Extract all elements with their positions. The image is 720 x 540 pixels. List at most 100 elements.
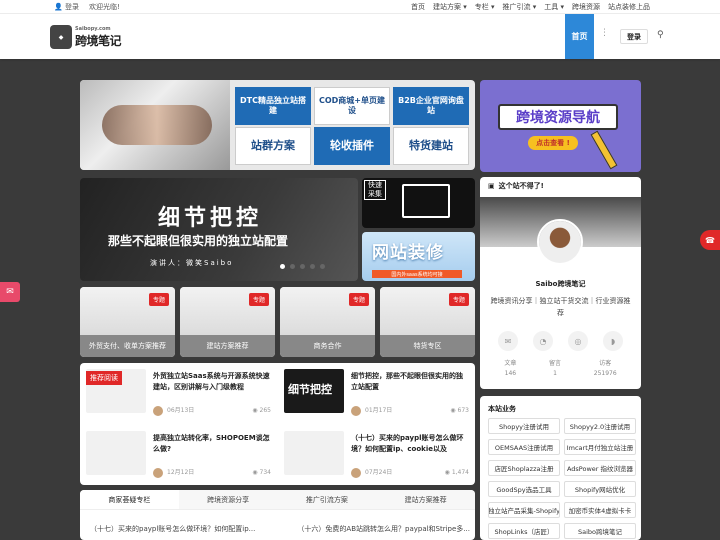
slider-dot[interactable] <box>310 264 315 269</box>
decoration-banner[interactable]: 网站装修 国内外saas系统均可接 <box>362 232 475 281</box>
post-item[interactable]: 提高独立站转化率，SHOPOEM谈怎么做? 12月12日 ◉ 734 <box>80 425 275 485</box>
business-item[interactable]: GoodSpy选品工具 <box>488 481 560 497</box>
post-meta: 07月24日 ◉ 1,474 <box>351 467 469 478</box>
tab-items: （十七）买来的paypl账号怎么做环境？如何配置ip... （十六）免费的AB站… <box>90 524 470 534</box>
tab-item-link[interactable]: （十六）免费的AB站跳转怎么用？paypal和Stripe多... <box>297 524 470 534</box>
profile-stats: 文章 146 留言 1 访客 251976 <box>488 359 633 379</box>
business-item[interactable]: 店匠Shoplazza注册 <box>488 460 560 476</box>
tab-merchant[interactable]: 商家荟疑专栏 <box>80 490 179 509</box>
profile-heading: 这个站不得了! <box>498 182 544 190</box>
topnav-build[interactable]: 建站方案 ▾ <box>433 2 467 12</box>
category-card-business[interactable]: 专题 商务合作 <box>280 287 375 357</box>
tile-sitegroup[interactable]: 站群方案 <box>235 127 311 165</box>
category-card-build[interactable]: 专题 建站方案推荐 <box>180 287 275 357</box>
slider-dot[interactable] <box>300 264 305 269</box>
post-title[interactable]: 外贸独立站Saas系统与开源系统快速建站，区别讲解与入门级教程 <box>153 371 271 404</box>
search-icon[interactable]: ⚲ <box>657 30 664 40</box>
tab-bar: 商家荟疑专栏 跨境资源分享 推广引流方案 建站方案推荐 <box>80 490 475 510</box>
category-card-payment[interactable]: 专题 外贸支付、收单方案推荐 <box>80 287 175 357</box>
handshake-image <box>80 80 230 170</box>
profile-name: Saibo跨境笔记 <box>535 280 586 288</box>
topnav-promo[interactable]: 推广引流 ▾ <box>503 2 537 12</box>
post-views-wrap: ◉ 1,474 <box>445 469 469 476</box>
nav-home[interactable]: 首页 <box>565 14 594 59</box>
post-title[interactable]: 细节把控，那些不起眼但很实用的独立站配置 <box>351 371 469 404</box>
thumbnail-text: 细节把控 <box>288 383 332 396</box>
post-views-wrap: ◉ 734 <box>252 469 271 476</box>
wechat-icon[interactable]: ✉ <box>498 331 518 351</box>
topnav-promo-label: 推广引流 <box>502 3 531 11</box>
qq-icon[interactable]: ◔ <box>533 331 553 351</box>
stat-value: 251976 <box>593 370 617 377</box>
slider-dot[interactable] <box>320 264 325 269</box>
business-item[interactable]: Shopyy2.0注册试用 <box>564 418 636 434</box>
post-date-wrap: 01月17日 <box>351 405 392 416</box>
topnav-build-label: 建站方案 <box>433 3 461 11</box>
mail-icon[interactable]: ✉ <box>0 282 20 302</box>
business-item[interactable]: 独立站产品采集-Shopify <box>488 502 560 518</box>
tile-dtc[interactable]: DTC精品独立站搭建 <box>235 87 311 125</box>
business-item[interactable]: Imcart月付独立站注册 <box>564 439 636 455</box>
slider-dot[interactable] <box>290 264 295 269</box>
post-item[interactable]: 细节把控 细节把控，那些不起眼但很实用的独立站配置 01月17日 ◉ 673 <box>278 363 473 423</box>
slider-banner[interactable]: 细节把控 那些不起眼但很实用的独立站配置 演讲人：微笑Saibo <box>80 178 358 281</box>
business-item[interactable]: Shopify网站优化 <box>564 481 636 497</box>
post-meta: 12月12日 ◉ 734 <box>153 467 271 478</box>
business-item[interactable]: Saibo跨境笔记 <box>564 523 636 539</box>
topnav-home[interactable]: 首页 <box>411 2 425 12</box>
topnav-column[interactable]: 专栏 ▾ <box>475 2 495 12</box>
rss-icon[interactable]: ◗ <box>603 331 623 351</box>
business-item[interactable]: ShopLinks（店匠） <box>488 523 560 539</box>
support-icon[interactable]: ☎ <box>700 230 720 250</box>
post-thumbnail <box>86 431 146 475</box>
stat-value: 146 <box>504 370 517 377</box>
tabs-panel: 商家荟疑专栏 跨境资源分享 推广引流方案 建站方案推荐 （十七）买来的paypl… <box>80 490 475 540</box>
login-button[interactable]: 登录 <box>620 29 648 44</box>
category-tag: 专题 <box>248 293 269 306</box>
post-meta: 06月13日 ◉ 265 <box>153 405 271 416</box>
business-item[interactable]: AdsPower 指纹浏览器 <box>564 460 636 476</box>
business-item[interactable]: OEMSAAS注册试用 <box>488 439 560 455</box>
profile-desc: 跨境资讯分享｜独立站干货交流｜行业资源推荐 <box>490 297 631 317</box>
post-item[interactable]: （十七）买来的paypl账号怎么做环境？如何配置ip、cookie以及 07月2… <box>278 425 473 485</box>
post-title[interactable]: （十七）买来的paypl账号怎么做环境？如何配置ip、cookie以及 <box>351 433 469 466</box>
stat-articles: 文章 146 <box>504 359 516 379</box>
category-card-special[interactable]: 专题 特货专区 <box>380 287 475 357</box>
resource-nav-banner[interactable]: 跨境资源导航 点击查看 ! <box>480 80 641 172</box>
login-link[interactable]: 👤 登录 <box>54 2 79 12</box>
more-icon[interactable]: ⋮ <box>600 28 609 38</box>
post-date: 06月13日 <box>167 407 195 414</box>
collect-banner[interactable]: 快速采集 <box>362 178 475 228</box>
topnav-tools-label: 工具 <box>544 3 559 11</box>
post-title[interactable]: 提高独立站转化率，SHOPOEM谈怎么做? <box>153 433 271 466</box>
business-item[interactable]: 加密币实体4虚拟卡卡 <box>564 502 636 518</box>
tile-special[interactable]: 特货建站 <box>393 127 469 165</box>
logo-emblem-icon: ◆ <box>50 25 72 49</box>
topbar-nav: 首页 建站方案 ▾ 专栏 ▾ 推广引流 ▾ 工具 ▾ 跨境资源 站点装修上品 <box>411 2 650 12</box>
tab-build[interactable]: 建站方案推荐 <box>376 490 475 509</box>
tile-plugin[interactable]: 轮收插件 <box>314 127 390 165</box>
slider-dot[interactable] <box>280 264 285 269</box>
topnav-decoration[interactable]: 站点装修上品 <box>608 2 650 12</box>
avatar-image <box>539 221 581 263</box>
tab-promo[interactable]: 推广引流方案 <box>277 490 377 509</box>
category-label: 建站方案推荐 <box>180 335 275 357</box>
business-item[interactable]: Shopyy注册试用 <box>488 418 560 434</box>
site-logo[interactable]: ◆ Saibopy.com 跨境笔记 <box>50 22 126 52</box>
tile-cod[interactable]: COD商城+单页建设 <box>314 87 390 125</box>
topnav-tools[interactable]: 工具 ▾ <box>544 2 564 12</box>
topnav-resources[interactable]: 跨境资源 <box>572 2 600 12</box>
category-label: 特货专区 <box>380 335 475 357</box>
tab-resources[interactable]: 跨境资源分享 <box>178 490 278 509</box>
post-views: 673 <box>457 406 469 414</box>
tab-item-link[interactable]: （十七）买来的paypl账号怎么做环境？如何配置ip... <box>90 524 255 534</box>
resource-nav-button[interactable]: 点击查看 ! <box>528 136 578 150</box>
avatar <box>351 405 361 416</box>
tile-b2b[interactable]: B2B企业官网询盘站 <box>393 87 469 125</box>
services-banner[interactable]: DTC精品独立站搭建 COD商城+单页建设 B2B企业官网询盘站 站群方案 轮收… <box>80 80 475 170</box>
post-views: 265 <box>259 406 271 414</box>
post-item[interactable]: 推荐阅读 外贸独立站Saas系统与开源系统快速建站，区别讲解与入门级教程 06月… <box>80 363 275 423</box>
pencil-icon <box>590 130 618 170</box>
avatar[interactable] <box>537 219 583 265</box>
weibo-icon[interactable]: ◎ <box>568 331 588 351</box>
